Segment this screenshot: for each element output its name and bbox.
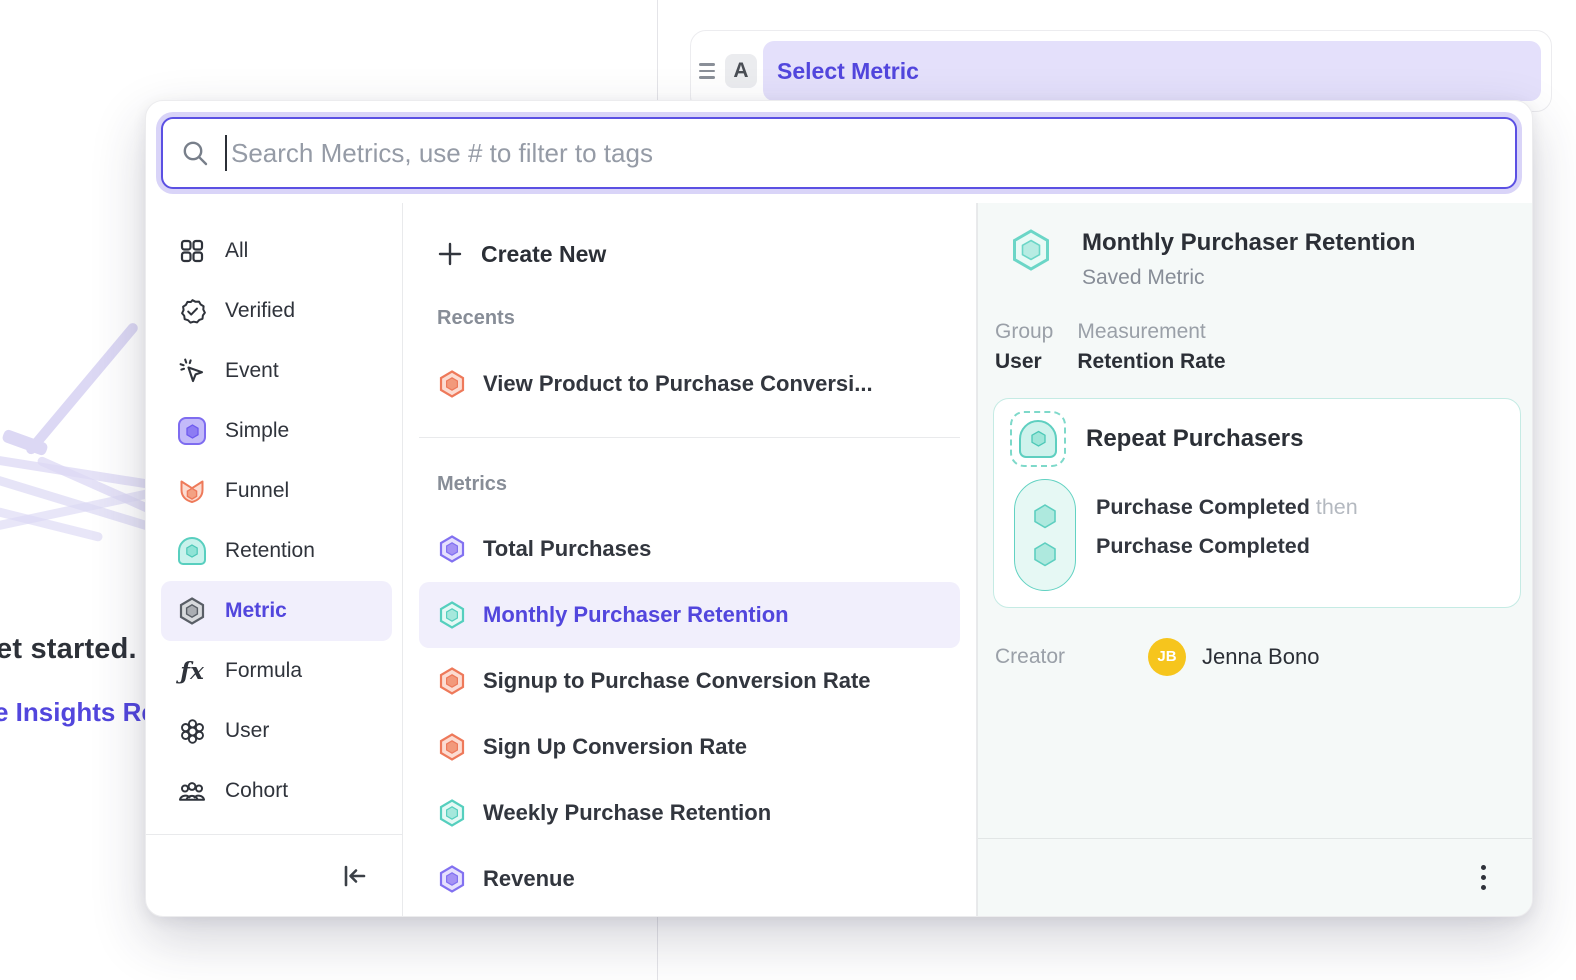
recent-item-label: View Product to Purchase Conversi...	[483, 371, 873, 397]
metric-hexagon-icon	[177, 596, 207, 626]
background-insights-link[interactable]: e Insights Re	[0, 697, 156, 728]
creator-label: Creator	[995, 645, 1148, 669]
metric-detail-panel: Monthly Purchaser Retention Saved Metric…	[977, 203, 1532, 916]
more-options-icon[interactable]	[1475, 859, 1492, 896]
sidebar-item-label: Simple	[225, 419, 289, 443]
verified-badge-icon	[177, 296, 207, 326]
metric-list-panel: Create New Recents View Product to Purch…	[402, 203, 977, 916]
metric-picker-modal: All Verified	[145, 100, 1533, 917]
definition-step1: Purchase Completed	[1096, 495, 1310, 519]
sidebar-item-label: User	[225, 719, 269, 743]
sidebar-footer	[146, 834, 402, 916]
sidebar-item-formula[interactable]: ƒx Formula	[161, 641, 392, 701]
group-label: Group	[995, 320, 1053, 344]
group-field: Group User	[995, 320, 1053, 374]
retention-hexagon-icon	[437, 798, 467, 828]
retention-cohort-icon	[1010, 411, 1066, 467]
creator-row: Creator JB Jenna Bono	[995, 638, 1532, 676]
simple-hexagon-icon	[437, 534, 467, 564]
metric-row-label: Monthly Purchaser Retention	[483, 602, 789, 628]
sidebar-item-user[interactable]: User	[161, 701, 392, 761]
group-value: User	[995, 350, 1053, 374]
definition-name: Repeat Purchasers	[1086, 425, 1303, 453]
measurement-label: Measurement	[1077, 320, 1225, 344]
grid-icon	[177, 236, 207, 266]
search-box[interactable]	[161, 117, 1517, 189]
simple-metric-icon	[177, 416, 207, 446]
event-hexagon-icon	[1032, 541, 1058, 567]
metric-row[interactable]: Total Purchases	[419, 516, 960, 582]
filter-sidebar: All Verified	[146, 203, 402, 916]
detail-title: Monthly Purchaser Retention	[1082, 227, 1415, 258]
cursor-click-icon	[177, 356, 207, 386]
measurement-field: Measurement Retention Rate	[1077, 320, 1225, 374]
plus-icon	[437, 241, 463, 267]
sidebar-item-metric[interactable]: Metric	[161, 581, 392, 641]
measurement-value: Retention Rate	[1077, 350, 1225, 374]
sidebar-item-label: Retention	[225, 539, 315, 563]
sidebar-item-all[interactable]: All	[161, 221, 392, 281]
sidebar-item-label: Verified	[225, 299, 295, 323]
create-new-label: Create New	[481, 241, 606, 268]
drag-handle-icon[interactable]	[699, 63, 719, 79]
funnel-hexagon-icon	[437, 732, 467, 762]
collapse-sidebar-icon[interactable]	[340, 862, 368, 890]
funnel-metric-icon	[177, 476, 207, 506]
search-area	[146, 101, 1532, 203]
creator-avatar: JB	[1148, 638, 1186, 676]
metric-row[interactable]: Revenue	[419, 846, 960, 912]
sidebar-item-label: All	[225, 239, 248, 263]
sidebar-item-verified[interactable]: Verified	[161, 281, 392, 341]
cohort-icon	[177, 776, 207, 806]
metric-row-selected[interactable]: Monthly Purchaser Retention	[419, 582, 960, 648]
retention-hexagon-icon	[437, 600, 467, 630]
sidebar-item-label: Metric	[225, 599, 287, 623]
search-icon	[181, 139, 209, 167]
sidebar-item-label: Funnel	[225, 479, 289, 503]
funnel-hexagon-icon	[437, 369, 467, 399]
list-divider	[419, 437, 960, 438]
metric-row-label: Weekly Purchase Retention	[483, 800, 771, 826]
saved-metric-hexagon-icon	[1008, 227, 1054, 273]
simple-hexagon-icon	[437, 864, 467, 894]
metric-row-label: Total Purchases	[483, 536, 651, 562]
sidebar-item-label: Formula	[225, 659, 302, 683]
metrics-section-header: Metrics	[403, 452, 976, 516]
detail-footer	[978, 838, 1532, 916]
sidebar-item-cohort[interactable]: Cohort	[161, 761, 392, 821]
formula-icon: ƒx	[177, 656, 207, 686]
creator-name: Jenna Bono	[1202, 644, 1319, 670]
sidebar-item-event[interactable]: Event	[161, 341, 392, 401]
text-caret	[225, 135, 227, 171]
definition-step2: Purchase Completed	[1096, 534, 1358, 559]
search-input[interactable]	[231, 138, 1497, 169]
definition-card: Repeat Purchasers	[993, 398, 1521, 608]
screen: et started. e Insights Re A Select Metri…	[0, 0, 1576, 980]
event-hexagon-icon	[1032, 503, 1058, 529]
recents-section-header: Recents	[403, 285, 976, 351]
retention-metric-icon	[177, 536, 207, 566]
create-new-button[interactable]: Create New	[403, 223, 976, 285]
background-headline-fragment: et started.	[0, 633, 137, 666]
definition-connector: then	[1316, 495, 1358, 519]
sidebar-item-simple[interactable]: Simple	[161, 401, 392, 461]
select-metric-button[interactable]: Select Metric	[763, 41, 1541, 101]
sidebar-item-label: Cohort	[225, 779, 288, 803]
metric-row[interactable]: Sign Up Conversion Rate	[419, 714, 960, 780]
funnel-hexagon-icon	[437, 666, 467, 696]
metric-row[interactable]: Signup to Purchase Conversion Rate	[419, 648, 960, 714]
metric-row-label: Sign Up Conversion Rate	[483, 734, 747, 760]
metric-row[interactable]: Weekly Purchase Retention	[419, 780, 960, 846]
metric-row-label: Revenue	[483, 866, 575, 892]
clause-letter-badge: A	[725, 54, 757, 88]
metric-row-label: Signup to Purchase Conversion Rate	[483, 668, 871, 694]
sidebar-item-label: Event	[225, 359, 279, 383]
event-sequence-capsule	[1014, 479, 1076, 591]
detail-subtitle: Saved Metric	[1082, 266, 1415, 290]
user-cluster-icon	[177, 716, 207, 746]
select-metric-label: Select Metric	[777, 58, 919, 85]
recent-item[interactable]: View Product to Purchase Conversi...	[419, 351, 960, 417]
sidebar-item-funnel[interactable]: Funnel	[161, 461, 392, 521]
sidebar-item-retention[interactable]: Retention	[161, 521, 392, 581]
